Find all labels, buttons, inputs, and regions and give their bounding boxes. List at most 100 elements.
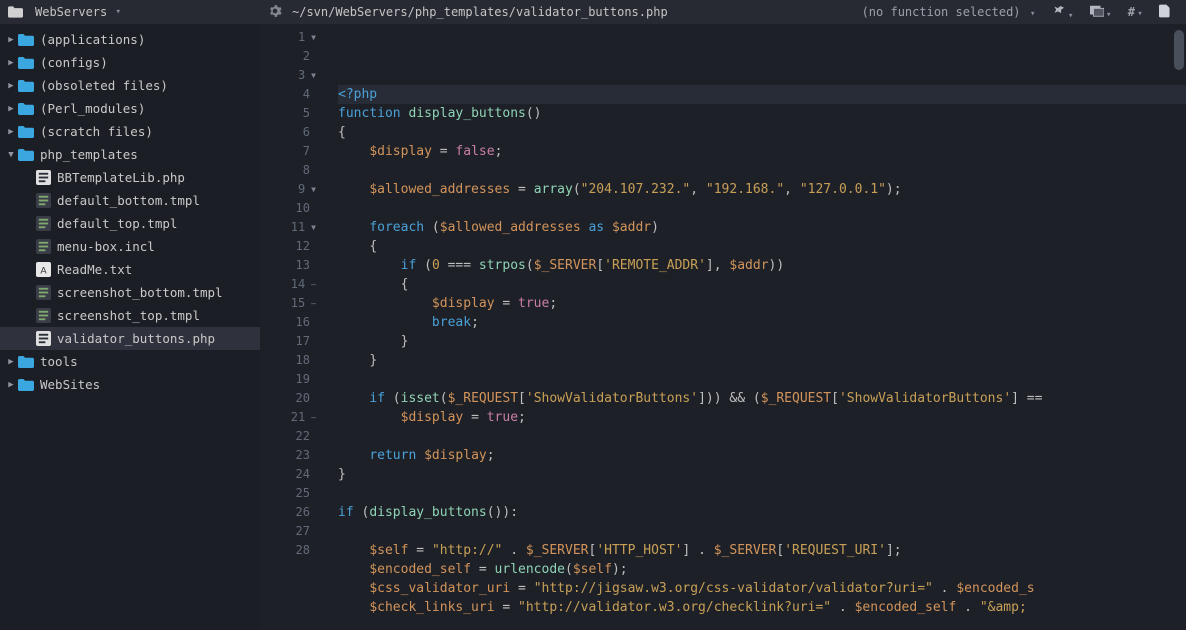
code-line[interactable]: if (display_buttons()):	[338, 503, 1186, 522]
code-line[interactable]: }	[338, 351, 1186, 370]
line-number[interactable]: 5	[260, 104, 320, 123]
disclosure-triangle[interactable]: ▶	[4, 104, 18, 114]
code-line[interactable]: {	[338, 123, 1186, 142]
line-number[interactable]: 22	[260, 427, 320, 446]
markers-icon[interactable]: #▾	[1128, 5, 1145, 19]
document-icon[interactable]	[1159, 4, 1170, 21]
folder-tools[interactable]: ▶tools	[0, 350, 260, 373]
code-line[interactable]: }	[338, 332, 1186, 351]
code-line[interactable]: $self = "http://" . $_SERVER['HTTP_HOST'…	[338, 541, 1186, 560]
file-menu-box-incl[interactable]: menu-box.incl	[0, 235, 260, 258]
disclosure-triangle[interactable]: ▶	[4, 357, 18, 367]
line-number[interactable]: 12	[260, 237, 320, 256]
file-bbtemplatelib-php[interactable]: BBTemplateLib.php	[0, 166, 260, 189]
line-number[interactable]: 20	[260, 389, 320, 408]
fold-indicator[interactable]: ▼	[311, 66, 316, 85]
file-path[interactable]: ~/svn/WebServers/php_templates/validator…	[292, 5, 668, 19]
line-number[interactable]: 2	[260, 47, 320, 66]
disclosure-triangle[interactable]: ▶	[4, 380, 18, 390]
code-line[interactable]: return $display;	[338, 446, 1186, 465]
code-line[interactable]	[338, 199, 1186, 218]
disclosure-triangle[interactable]: ▶	[4, 58, 18, 68]
line-number[interactable]: 28	[260, 541, 320, 560]
line-number[interactable]: 13	[260, 256, 320, 275]
code-line[interactable]: foreach ($allowed_addresses as $addr)	[338, 218, 1186, 237]
folder--configs-[interactable]: ▶(configs)	[0, 51, 260, 74]
code-line[interactable]	[338, 484, 1186, 503]
code-line[interactable]: $display = false;	[338, 142, 1186, 161]
line-number[interactable]: 3▼	[260, 66, 320, 85]
line-number[interactable]: 21–	[260, 408, 320, 427]
fold-indicator[interactable]: –	[311, 294, 316, 313]
code-line[interactable]	[338, 522, 1186, 541]
line-number[interactable]: 7	[260, 142, 320, 161]
project-selector[interactable]: WebServers ▾	[0, 5, 260, 19]
line-number[interactable]: 26	[260, 503, 320, 522]
code-line[interactable]: {	[338, 237, 1186, 256]
fold-indicator[interactable]: ▼	[311, 218, 316, 237]
line-number[interactable]: 24	[260, 465, 320, 484]
code-line[interactable]: $css_validator_uri = "http://jigsaw.w3.o…	[338, 579, 1186, 598]
line-number[interactable]: 14–	[260, 275, 320, 294]
code-line[interactable]: $allowed_addresses = array("204.107.232.…	[338, 180, 1186, 199]
line-number[interactable]: 9▼	[260, 180, 320, 199]
line-number[interactable]: 4	[260, 85, 320, 104]
folder--applications-[interactable]: ▶(applications)	[0, 28, 260, 51]
disclosure-triangle[interactable]: ▶	[4, 35, 18, 45]
line-number[interactable]: 23	[260, 446, 320, 465]
line-number[interactable]: 6	[260, 123, 320, 142]
pin-icon[interactable]: ▾	[1052, 4, 1076, 21]
code-line[interactable]: <?php	[338, 85, 1186, 104]
fold-indicator[interactable]: –	[311, 408, 316, 427]
fold-indicator[interactable]: –	[311, 275, 316, 294]
folder--scratch-files-[interactable]: ▶(scratch files)	[0, 120, 260, 143]
code-line[interactable]: if (0 === strpos($_SERVER['REMOTE_ADDR']…	[338, 256, 1186, 275]
file-tree[interactable]: ▶(applications)▶(configs)▶(obsoleted fil…	[0, 24, 260, 630]
file-readme-txt[interactable]: AReadMe.txt	[0, 258, 260, 281]
code-line[interactable]: {	[338, 275, 1186, 294]
file-default-top-tmpl[interactable]: default_top.tmpl	[0, 212, 260, 235]
folder--obsoleted-files-[interactable]: ▶(obsoleted files)	[0, 74, 260, 97]
code-line[interactable]: break;	[338, 313, 1186, 332]
disclosure-triangle[interactable]: ▶	[4, 127, 18, 137]
fold-indicator[interactable]: ▼	[311, 28, 316, 47]
code-area[interactable]: <?phpfunction display_buttons(){ $displa…	[320, 24, 1186, 630]
line-number[interactable]: 18	[260, 351, 320, 370]
code-line[interactable]: }	[338, 465, 1186, 484]
line-number[interactable]: 10	[260, 199, 320, 218]
file-screenshot-bottom-tmpl[interactable]: screenshot_bottom.tmpl	[0, 281, 260, 304]
folder-php-templates[interactable]: ▼php_templates	[0, 143, 260, 166]
folder--perl-modules-[interactable]: ▶(Perl_modules)	[0, 97, 260, 120]
code-line[interactable]: if (isset($_REQUEST['ShowValidatorButton…	[338, 389, 1186, 408]
gear-icon[interactable]	[268, 4, 282, 21]
gutter[interactable]: 1▼23▼456789▼1011▼121314–15–161718192021–…	[260, 24, 320, 630]
code-line[interactable]: $display = true;	[338, 408, 1186, 427]
function-selector[interactable]: (no function selected) ▾	[862, 5, 1038, 19]
folder-websites[interactable]: ▶WebSites	[0, 373, 260, 396]
code-line[interactable]	[338, 161, 1186, 180]
line-number[interactable]: 15–	[260, 294, 320, 313]
line-number[interactable]: 11▼	[260, 218, 320, 237]
line-number[interactable]: 1▼	[260, 28, 320, 47]
code-line[interactable]: $check_links_uri = "http://validator.w3.…	[338, 598, 1186, 617]
file-validator-buttons-php[interactable]: validator_buttons.php	[0, 327, 260, 350]
code-line[interactable]	[338, 427, 1186, 446]
line-number[interactable]: 17	[260, 332, 320, 351]
file-default-bottom-tmpl[interactable]: default_bottom.tmpl	[0, 189, 260, 212]
scrollbar-thumb[interactable]	[1174, 30, 1184, 70]
fold-indicator[interactable]: ▼	[311, 180, 316, 199]
code-line[interactable]	[338, 370, 1186, 389]
line-number[interactable]: 19	[260, 370, 320, 389]
line-number[interactable]: 16	[260, 313, 320, 332]
file-screenshot-top-tmpl[interactable]: screenshot_top.tmpl	[0, 304, 260, 327]
editor[interactable]: 1▼23▼456789▼1011▼121314–15–161718192021–…	[260, 24, 1186, 630]
counterpart-icon[interactable]: ▾	[1090, 5, 1114, 20]
code-line[interactable]: $display = true;	[338, 294, 1186, 313]
disclosure-triangle[interactable]: ▶	[4, 81, 18, 91]
line-number[interactable]: 8	[260, 161, 320, 180]
line-number[interactable]: 25	[260, 484, 320, 503]
line-number[interactable]: 27	[260, 522, 320, 541]
code-line[interactable]: $encoded_self = urlencode($self);	[338, 560, 1186, 579]
disclosure-triangle[interactable]: ▼	[4, 150, 18, 160]
code-line[interactable]: function display_buttons()	[338, 104, 1186, 123]
